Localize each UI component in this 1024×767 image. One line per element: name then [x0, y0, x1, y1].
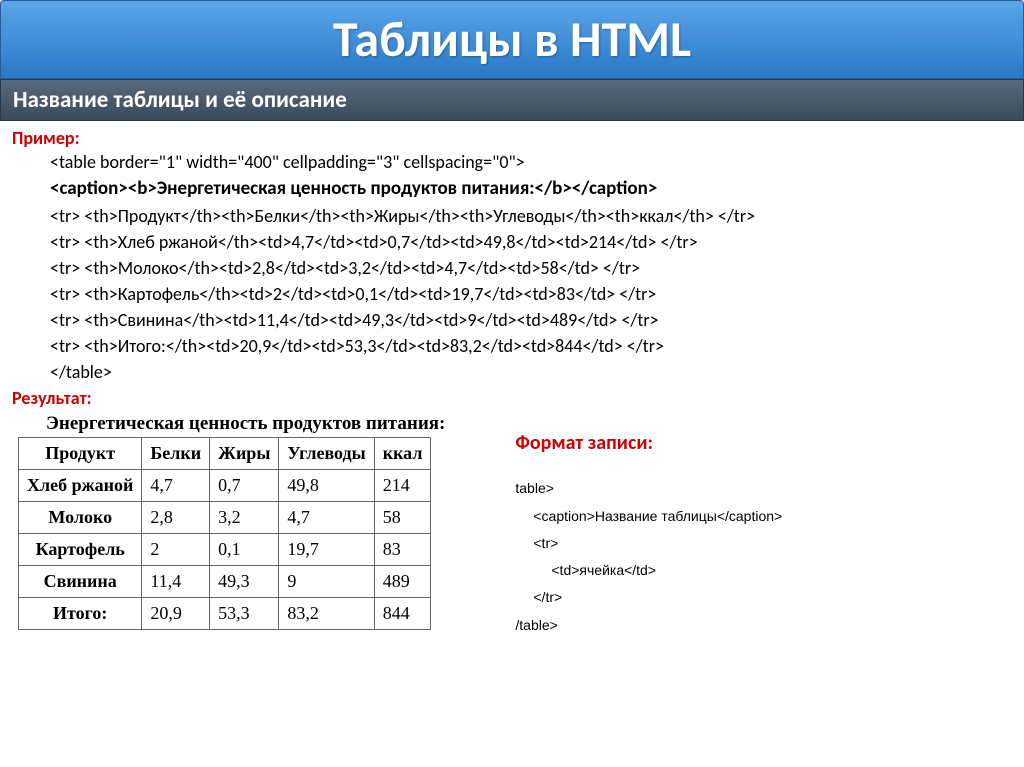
- cell: 3,2: [210, 502, 279, 534]
- title-bar: Таблицы в HTML: [0, 0, 1024, 79]
- result-table-wrap: Энергетическая ценность продуктов питани…: [18, 413, 445, 639]
- cell: 49,8: [279, 470, 374, 502]
- row-name: Хлеб ржаной: [19, 470, 142, 502]
- cell: 49,3: [210, 566, 279, 598]
- code-line: <tr> <th>Молоко</th><td>2,8</td><td>3,2<…: [50, 255, 1012, 281]
- format-line: /table>: [515, 612, 782, 639]
- cell: 83: [374, 534, 431, 566]
- code-line: <tr> <th>Картофель</th><td>2</td><td>0,1…: [50, 281, 1012, 307]
- table-header-row: Продукт Белки Жиры Углеводы ккал: [19, 438, 431, 470]
- content: Пример: <table border="1" width="400" ce…: [0, 121, 1024, 645]
- cell: 9: [279, 566, 374, 598]
- label-result: Результат:: [12, 387, 1012, 409]
- cell: 20,9: [142, 598, 210, 630]
- code-line: <caption><b>Энергетическая ценность прод…: [50, 175, 1012, 203]
- code-line: <tr> <th>Итого:</th><td>20,9</td><td>53,…: [50, 333, 1012, 359]
- table-row: Итого: 20,9 53,3 83,2 844: [19, 598, 431, 630]
- format-line: </tr>: [533, 584, 782, 611]
- code-line: <tr> <th>Продукт</th><th>Белки</th><th>Ж…: [50, 203, 1012, 229]
- cell: 11,4: [142, 566, 210, 598]
- cell: 4,7: [142, 470, 210, 502]
- code-line: <tr> <th>Свинина</th><td>11,4</td><td>49…: [50, 307, 1012, 333]
- cell: 2,8: [142, 502, 210, 534]
- row-name: Итого:: [19, 598, 142, 630]
- table-caption: Энергетическая ценность продуктов питани…: [46, 413, 445, 435]
- cell: 489: [374, 566, 431, 598]
- cell: 0,7: [210, 470, 279, 502]
- table-row: Хлеб ржаной 4,7 0,7 49,8 214: [19, 470, 431, 502]
- format-heading: Формат записи:: [515, 431, 782, 455]
- result-table: Продукт Белки Жиры Углеводы ккал Хлеб рж…: [18, 437, 431, 630]
- result-format-row: Энергетическая ценность продуктов питани…: [12, 413, 1012, 639]
- code-block: <table border="1" width="400" cellpaddin…: [50, 149, 1012, 385]
- format-line: table>: [515, 475, 782, 502]
- format-code: table> <caption>Название таблицы</captio…: [515, 475, 782, 639]
- col-header: Жиры: [210, 438, 279, 470]
- cell: 2: [142, 534, 210, 566]
- cell: 0,1: [210, 534, 279, 566]
- code-line: <table border="1" width="400" cellpaddin…: [50, 149, 1012, 175]
- table-row: Молоко 2,8 3,2 4,7 58: [19, 502, 431, 534]
- cell: 214: [374, 470, 431, 502]
- cell: 844: [374, 598, 431, 630]
- cell: 83,2: [279, 598, 374, 630]
- cell: 4,7: [279, 502, 374, 534]
- col-header: Продукт: [19, 438, 142, 470]
- code-line: <tr> <th>Хлеб ржаной</th><td>4,7</td><td…: [50, 229, 1012, 255]
- col-header: ккал: [374, 438, 431, 470]
- format-line: <tr>: [533, 530, 782, 557]
- label-example: Пример:: [12, 127, 1012, 149]
- row-name: Картофель: [19, 534, 142, 566]
- format-side: Формат записи: table> <caption>Название …: [515, 413, 782, 639]
- table-row: Картофель 2 0,1 19,7 83: [19, 534, 431, 566]
- format-line: <td>ячейка</td>: [551, 557, 782, 584]
- format-line: <caption>Название таблицы</caption>: [533, 503, 782, 530]
- row-name: Свинина: [19, 566, 142, 598]
- cell: 58: [374, 502, 431, 534]
- page-title: Таблицы в HTML: [11, 9, 1013, 70]
- col-header: Белки: [142, 438, 210, 470]
- table-row: Свинина 11,4 49,3 9 489: [19, 566, 431, 598]
- col-header: Углеводы: [279, 438, 374, 470]
- subtitle-bar: Название таблицы и её описание: [0, 79, 1024, 121]
- cell: 53,3: [210, 598, 279, 630]
- code-line: </table>: [50, 359, 1012, 385]
- row-name: Молоко: [19, 502, 142, 534]
- cell: 19,7: [279, 534, 374, 566]
